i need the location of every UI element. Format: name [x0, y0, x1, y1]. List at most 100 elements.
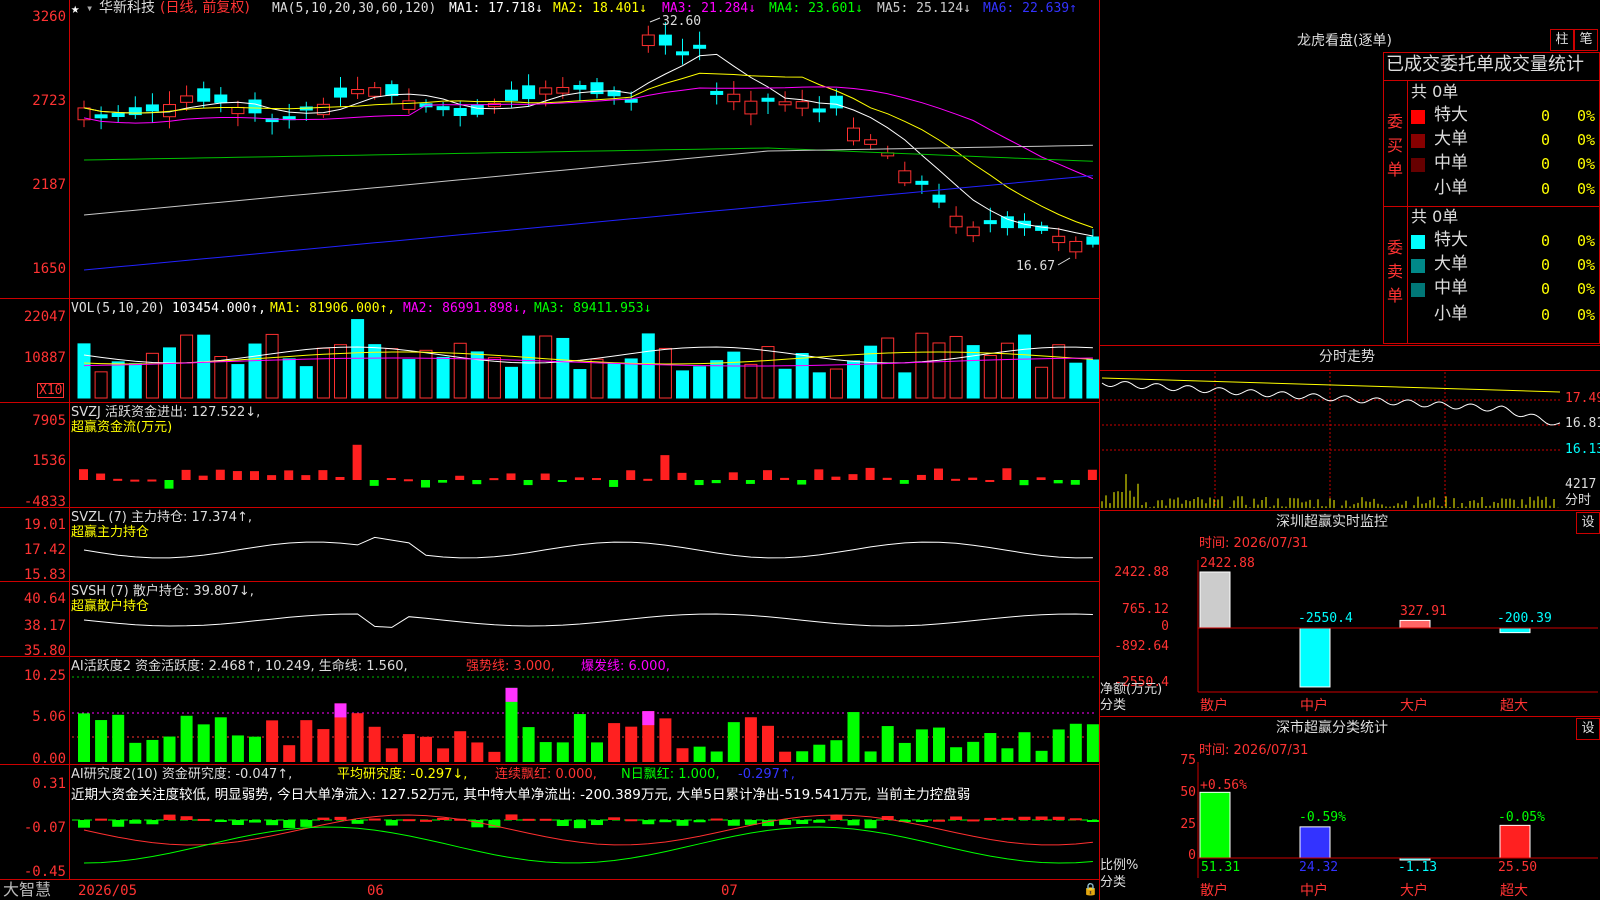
research-bar: [1018, 816, 1031, 820]
y-label: 35.80: [23, 643, 66, 659]
svzj-bar: [831, 476, 841, 480]
activity-bar: [95, 720, 108, 762]
volume-bar: [94, 371, 108, 399]
classify-top-value: +0.56%: [1200, 778, 1247, 793]
row-pct: 0%: [1577, 131, 1596, 149]
activity-bar: [78, 713, 90, 762]
activity-bar: [1001, 748, 1014, 762]
classify-bottom-value: -1.13: [1398, 860, 1438, 875]
row-pct: 0%: [1577, 280, 1596, 298]
candle: [744, 100, 758, 115]
research-bar: [437, 817, 450, 820]
classify-ylabel: 比例%: [1100, 858, 1139, 873]
research-bar: [368, 818, 381, 821]
candle: [436, 106, 450, 111]
lock-icon[interactable]: 🔒: [1083, 883, 1098, 895]
activity-bar: [881, 726, 894, 762]
star-icon[interactable]: ★: [71, 2, 79, 16]
cat-label: 超大: [1500, 698, 1528, 714]
volume-bar: [881, 337, 895, 399]
svzj-bar: [318, 470, 328, 480]
volume-bar: [812, 372, 826, 399]
volume-bar: [145, 352, 159, 399]
period-label[interactable]: (日线, 前复权): [160, 1, 250, 15]
bar-mode-button[interactable]: 柱: [1550, 29, 1574, 51]
right-panel-divider: [1099, 0, 1100, 900]
ma6-value: MA6: 22.639↑: [983, 1, 1077, 16]
volume-bar: [77, 343, 91, 399]
svzj-bar: [301, 475, 311, 480]
volume-bar: [744, 363, 758, 399]
classify-cat-label: 分类: [1100, 875, 1127, 890]
chart-canvas[interactable]: [0, 0, 1600, 900]
row-label: 中单: [1434, 278, 1468, 298]
classify-y-label: 50: [1180, 785, 1196, 800]
y-label: 17.42: [23, 542, 66, 558]
svzj-bar: [352, 444, 362, 480]
classify-top-value: -0.59%: [1299, 810, 1346, 825]
svzj-bar: [557, 480, 567, 482]
buy-total: 共 0单: [1411, 82, 1459, 101]
volume-bar: [1018, 334, 1031, 399]
research-bar: [197, 818, 210, 821]
menu-icon[interactable]: ▾: [86, 2, 93, 14]
cat-label: 中户: [1300, 698, 1328, 714]
research-bar: [317, 817, 330, 820]
divider: [1407, 80, 1408, 344]
activity-bar: [659, 718, 672, 762]
monitor-y-label: -892.64: [1114, 639, 1169, 654]
y-label: 5.06: [32, 709, 66, 725]
volume-bar: [436, 356, 450, 399]
svzj-bar: [250, 471, 259, 480]
row-count: 0: [1541, 280, 1551, 298]
candle: [864, 139, 878, 145]
volume-bar: [214, 356, 228, 399]
candle: [693, 44, 707, 49]
swatch-icon: [1411, 110, 1425, 124]
row-count: 0: [1541, 180, 1551, 198]
svzj-bar: [215, 469, 225, 480]
ma1-line: [83, 53, 1093, 237]
ai-res-last: -0.297↑,: [738, 767, 795, 782]
candle: [778, 101, 792, 106]
research-bar: [727, 820, 740, 826]
candle: [915, 180, 929, 185]
candle: [761, 97, 775, 102]
y-label: 15.83: [23, 567, 66, 583]
volume-bar: [1086, 359, 1100, 399]
candle: [539, 87, 553, 95]
y-label: 10887: [23, 350, 66, 366]
vol-ma1: MA1: 81906.000↑,: [270, 301, 396, 316]
ma5-line: [83, 144, 1093, 216]
research-bar: [625, 819, 638, 822]
tick-mode-button[interactable]: 笔: [1574, 29, 1598, 51]
ai-act-label: AI活跃度2 资金活跃度: 2.468↑, 10.249, 生命线: 1.560…: [71, 659, 408, 674]
ai-res-label: AI研究度2(10) 资金研究度: -0.047↑,: [71, 767, 293, 782]
ai-act-strong: 强势线: 3.000,: [466, 659, 555, 674]
y-label: 38.17: [23, 618, 66, 634]
swatch-icon: [1411, 158, 1425, 172]
row-count: 0: [1541, 256, 1551, 274]
monitor-ylabel: 净额(万元): [1100, 682, 1163, 697]
svzj-bar: [232, 471, 242, 480]
classify-settings-button[interactable]: 设: [1576, 718, 1600, 740]
classify-time: 时间: 2026/07/31: [1199, 743, 1309, 758]
volume-bar: [265, 333, 279, 399]
activity-bar: [864, 751, 877, 762]
activity-bar: [471, 742, 484, 762]
y-label: 7905: [32, 413, 66, 429]
research-bar: [608, 817, 621, 820]
classify-bar: [1199, 791, 1231, 859]
monitor-settings-button[interactable]: 设: [1576, 512, 1600, 534]
research-bar: [402, 819, 415, 822]
monitor-bar: [1299, 627, 1331, 688]
activity-bar: [522, 727, 535, 762]
divider: [1099, 510, 1600, 511]
monitor-bar-value: 2422.88: [1200, 556, 1255, 571]
volume-bar: [505, 366, 518, 399]
volume-bar: [282, 358, 296, 399]
classify-y-label: 75: [1180, 753, 1196, 768]
candle: [1000, 216, 1014, 229]
candle: [658, 34, 672, 46]
volume-bar: [590, 358, 604, 399]
